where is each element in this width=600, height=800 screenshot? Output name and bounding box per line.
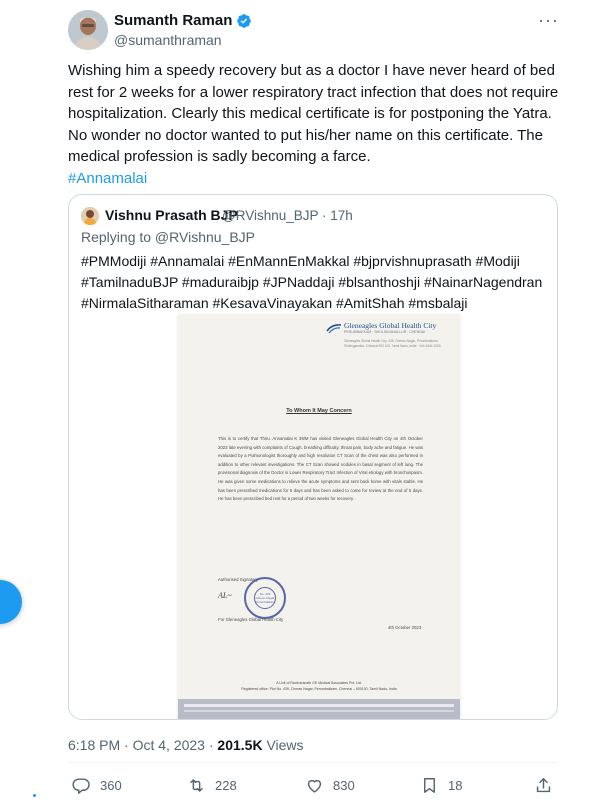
retweet-count: 228 [215, 778, 237, 793]
quoted-author-handle[interactable]: @RVishnu_BJP · 17h [222, 208, 353, 223]
notification-dot [33, 794, 36, 797]
certificate-date: 4th October 2023 [388, 625, 422, 630]
hospital-address: Gleneagles Global Health City, 439, Cher… [344, 339, 441, 348]
bookmark-icon [424, 778, 435, 793]
footer-band [184, 704, 454, 707]
retweet-icon [190, 779, 203, 792]
retweet-button[interactable]: 228 [187, 776, 237, 795]
hospital-stamp: No. 439 Cheran Nagar Perumbakkam [244, 577, 286, 619]
views-count: 201.5K [217, 737, 263, 753]
avatar-image [68, 10, 108, 50]
avatar[interactable] [68, 10, 108, 50]
author-name-text[interactable]: Sumanth Raman [114, 12, 232, 29]
author-name[interactable]: Sumanth Raman [114, 12, 252, 29]
tweet-body: Wishing him a speedy recovery but as a d… [68, 62, 559, 165]
hospital-logo-subtitle: PERUMBAKKAM · SHOLINGANALLUR · CHENNAI [344, 330, 426, 334]
quoted-tweet-card[interactable]: Vishnu Prasath BJP @RVishnu_BJP · 17h Re… [68, 194, 558, 720]
replying-to: Replying to @RVishnu_BJP [81, 229, 256, 245]
share-button[interactable] [534, 776, 562, 795]
certificate-issuer: For Gleneagles Global Health City [218, 617, 284, 622]
certificate-footer-line1: A Unit of Ravindranath GE Medical Associ… [276, 681, 362, 685]
quoted-hashtags[interactable]: #PMModiji #Annamalai #EnMannEnMakkal #bj… [81, 251, 551, 314]
quoted-avatar[interactable] [81, 207, 99, 225]
tweet-meta: 6:18 PM · Oct 4, 2023 · 201.5K Views [68, 737, 304, 753]
hospital-logo-icon [326, 324, 342, 334]
tweet-text: Wishing him a speedy recovery but as a d… [68, 60, 568, 189]
hospital-logo-text: Gleneagles Global Health City [344, 321, 437, 330]
quoted-media[interactable]: Gleneagles Global Health City PERUMBAKKA… [69, 313, 557, 719]
certificate-footer-line2: Registered office: Plot No. 439, Cheran … [241, 687, 397, 691]
bookmark-count: 18 [448, 778, 463, 793]
compose-button[interactable] [0, 580, 22, 624]
like-count: 830 [333, 778, 355, 793]
share-icon [536, 778, 551, 793]
certificate-body: This is to certify that Thiru. Annamalai… [218, 436, 423, 502]
like-icon [307, 779, 322, 793]
author-handle[interactable]: @sumanthraman [114, 32, 222, 48]
footer-band-secondary [184, 710, 454, 712]
reply-count: 360 [100, 778, 122, 793]
hashtag-link[interactable]: #Annamalai [68, 170, 147, 187]
reply-button[interactable]: 360 [72, 776, 122, 795]
quoted-author-name[interactable]: Vishnu Prasath BJP [105, 207, 238, 223]
quoted-avatar-image [81, 207, 99, 225]
views-label: Views [262, 737, 304, 753]
certificate-footer-strip [178, 699, 460, 719]
stamp-inner: No. 439 Cheran Nagar Perumbakkam [254, 587, 276, 609]
medical-certificate-image: Gleneagles Global Health City PERUMBAKKA… [178, 315, 460, 719]
signature: AL~ [218, 591, 232, 600]
verified-badge-icon [237, 13, 252, 28]
like-button[interactable]: 830 [305, 776, 355, 795]
reply-icon [72, 778, 90, 795]
divider [68, 762, 558, 763]
tweet-time[interactable]: 6:18 PM · Oct 4, 2023 · [68, 737, 217, 753]
certificate-title: To Whom It May Concern [286, 408, 352, 414]
bookmark-button[interactable]: 18 [420, 776, 462, 795]
more-icon[interactable]: ··· [538, 10, 559, 31]
